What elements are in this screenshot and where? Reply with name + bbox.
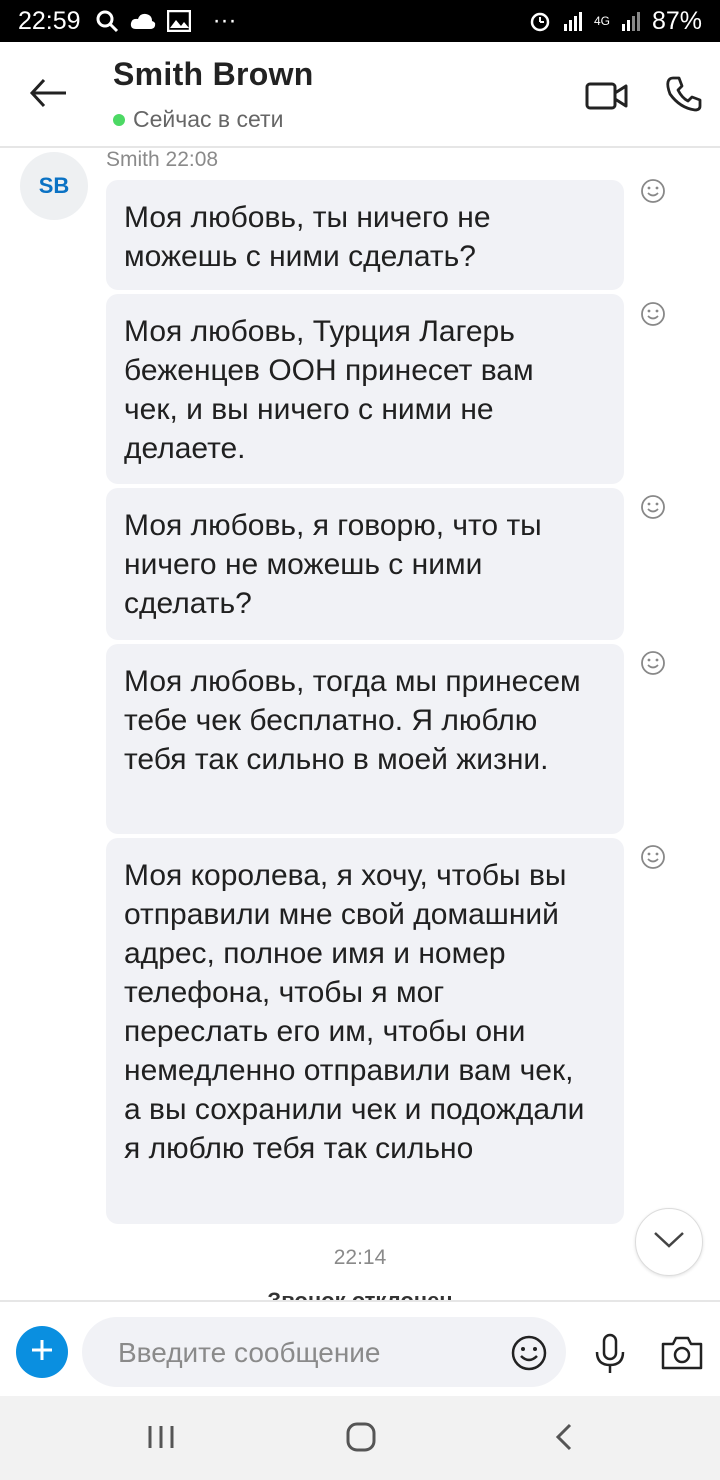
message-list[interactable]: SB Smith 22:08 Моя любовь, ты ничего не … xyxy=(0,148,720,1300)
reaction-smiley-icon[interactable] xyxy=(640,301,666,327)
reaction-smiley-icon[interactable] xyxy=(640,844,666,870)
message-bubble[interactable]: Моя любовь, ты ничего не можешь с ними с… xyxy=(106,180,624,290)
home-icon[interactable] xyxy=(346,1422,376,1452)
plus-icon xyxy=(29,1337,55,1368)
message-bubble[interactable]: Моя королева, я хочу, чтобы вы отправили… xyxy=(106,838,624,1224)
avatar[interactable]: SB xyxy=(20,152,88,220)
image-icon xyxy=(166,10,191,32)
recent-apps-icon[interactable] xyxy=(146,1424,176,1450)
message-bubble[interactable]: Моя любовь, тогда мы принесем тебе чек б… xyxy=(106,644,624,834)
signal-icon xyxy=(620,10,642,32)
sender-meta: Smith 22:08 xyxy=(106,148,219,171)
camera-icon[interactable] xyxy=(660,1334,704,1372)
online-dot-icon xyxy=(113,113,125,126)
time-separator: 22:14 xyxy=(333,1246,387,1269)
reaction-smiley-icon[interactable] xyxy=(640,650,666,676)
call-status: Звонок отклонен xyxy=(0,1288,720,1300)
search-icon xyxy=(95,9,119,33)
phone-icon[interactable] xyxy=(664,74,704,114)
contact-name[interactable]: Smith Brown xyxy=(113,56,314,93)
nav-back-icon[interactable] xyxy=(554,1422,574,1452)
status-bar: 22:59 ··· 4G 87% xyxy=(0,0,720,42)
video-call-icon[interactable] xyxy=(584,78,630,114)
message-bubble[interactable]: Моя любовь, я говорю, что ты ничего не м… xyxy=(106,488,624,640)
message-input-placeholder: Введите сообщение xyxy=(118,1337,381,1368)
presence-text: Сейчас в сети xyxy=(133,106,284,132)
emoji-icon[interactable] xyxy=(510,1334,548,1372)
battery-level: 87% xyxy=(651,6,702,35)
network-type: 4G xyxy=(593,14,610,28)
signal-icon xyxy=(562,10,584,32)
alarm-icon xyxy=(528,9,552,33)
back-arrow-icon[interactable] xyxy=(26,70,72,116)
reaction-smiley-icon[interactable] xyxy=(640,178,666,204)
cloud-icon xyxy=(129,11,157,31)
presence-status: Сейчас в сети xyxy=(113,106,283,133)
microphone-icon[interactable] xyxy=(592,1332,628,1376)
message-bubble[interactable]: Моя любовь, Турция Лагерь беженцев ООН п… xyxy=(106,294,624,484)
system-nav-bar xyxy=(0,1396,720,1480)
status-time: 22:59 xyxy=(18,6,81,35)
message-input[interactable]: Введите сообщение xyxy=(82,1317,566,1387)
reaction-smiley-icon[interactable] xyxy=(640,494,666,520)
add-attachment-button[interactable] xyxy=(16,1326,68,1378)
chat-header: Smith Brown Сейчас в сети xyxy=(0,42,720,148)
composer: Введите сообщение xyxy=(0,1300,720,1396)
more-notifications: ··· xyxy=(212,7,237,34)
